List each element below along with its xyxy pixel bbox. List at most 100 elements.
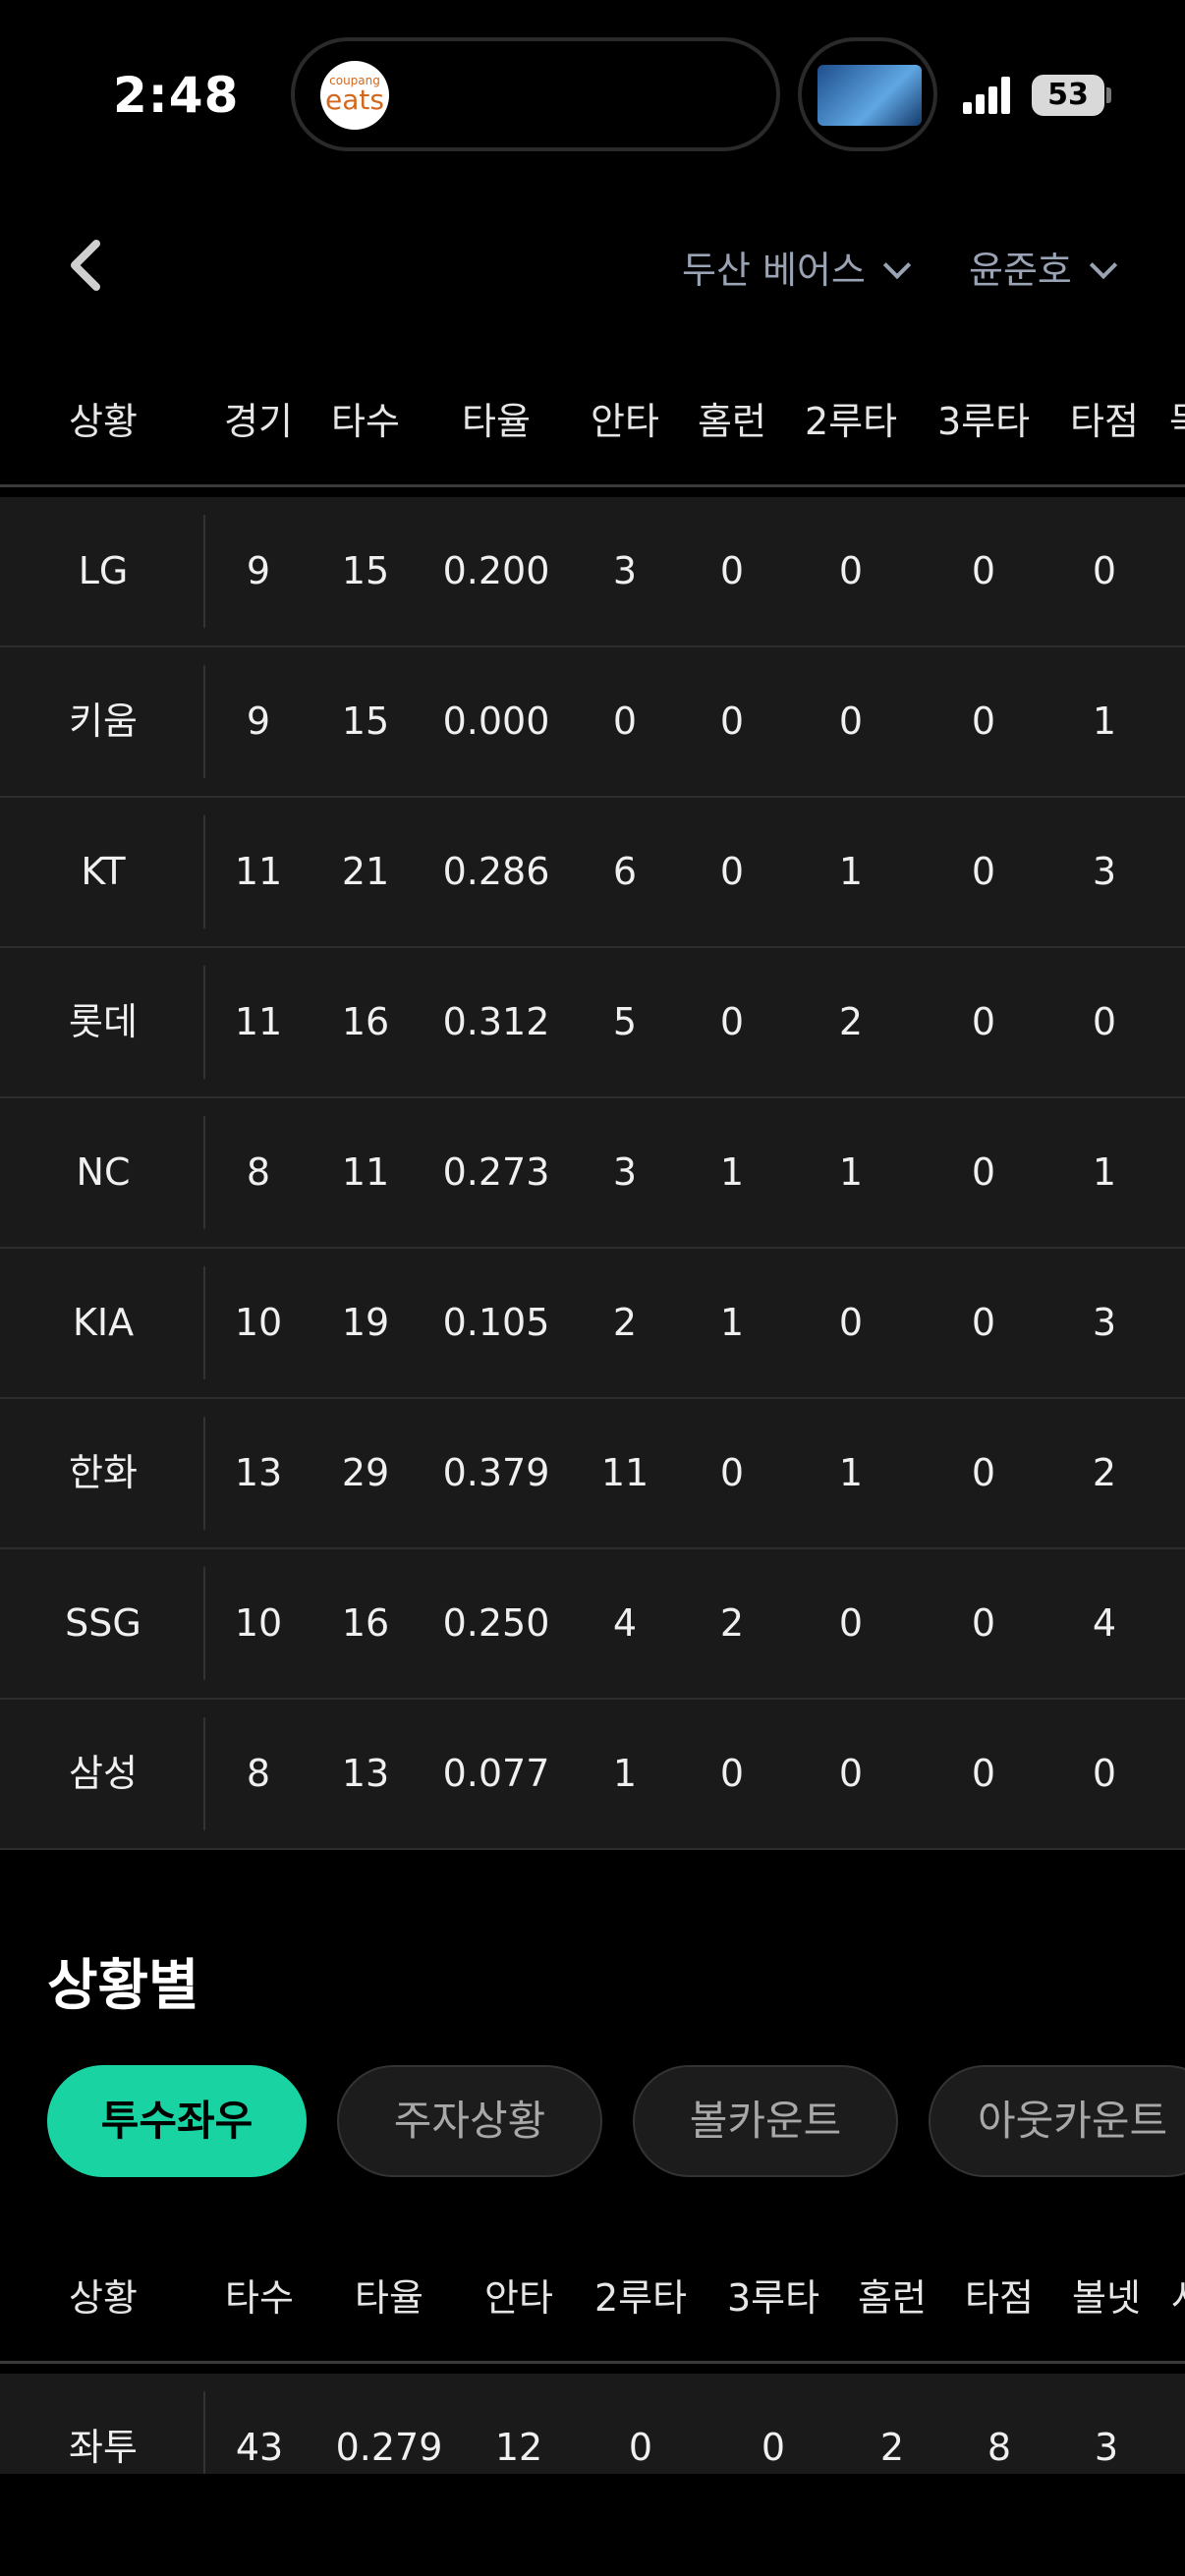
col-header: 경기 bbox=[224, 400, 293, 443]
table-cell: 16 bbox=[341, 1000, 390, 1043]
table-row: 키움 9 15 0.000 0 0 0 0 1 bbox=[0, 647, 1185, 798]
table-cell: 21 bbox=[341, 850, 390, 893]
table-cell: 2 bbox=[719, 1601, 745, 1645]
table-cell: 3 bbox=[1092, 1301, 1117, 1344]
table-cell: 0 bbox=[719, 850, 745, 893]
table-cell: 0 bbox=[838, 1601, 864, 1645]
chevron-down-icon bbox=[882, 251, 912, 280]
table-cell: 10 bbox=[234, 1601, 283, 1645]
table-cell: 10 bbox=[234, 1301, 283, 1344]
table-cell: 11 bbox=[600, 1451, 649, 1494]
table-cell: 5 bbox=[612, 1000, 638, 1043]
table-cell: 4 bbox=[612, 1601, 638, 1645]
col-header: 타율 bbox=[462, 400, 531, 443]
bottom-safe-area bbox=[0, 2474, 1185, 2576]
column-divider bbox=[203, 815, 205, 928]
table-cell: 0 bbox=[838, 1301, 864, 1344]
column-divider bbox=[203, 1417, 205, 1530]
media-activity[interactable] bbox=[798, 37, 937, 151]
table-cell: 0.200 bbox=[442, 549, 550, 592]
col-header: 3루타 bbox=[936, 400, 1031, 443]
table-cell: 19 bbox=[341, 1301, 390, 1344]
chip-runner-situation[interactable]: 주자상황 bbox=[337, 2065, 602, 2177]
dynamic-island-live-activity[interactable]: coupang eats bbox=[291, 37, 780, 151]
table-row: SSG 10 16 0.250 4 2 0 0 4 bbox=[0, 1549, 1185, 1700]
table-cell: 8 bbox=[246, 1752, 271, 1795]
table-cell: 3 bbox=[1092, 850, 1117, 893]
col-header: 타수 bbox=[331, 400, 400, 443]
battery-icon: 53 bbox=[1032, 75, 1104, 116]
table-cell: 15 bbox=[341, 549, 390, 592]
section-title: 상황별 bbox=[47, 1954, 199, 2018]
table-cell: 0 bbox=[971, 850, 996, 893]
table-cell: 13 bbox=[234, 1451, 283, 1494]
table-cell: 0 bbox=[971, 1451, 996, 1494]
table-cell: 1 bbox=[1092, 700, 1117, 743]
table-cell: 0.273 bbox=[442, 1150, 550, 1194]
table-cell: 13 bbox=[341, 1752, 390, 1795]
table-row: KT 11 21 0.286 6 0 1 0 3 bbox=[0, 798, 1185, 948]
table-cell: 2 bbox=[1092, 1451, 1117, 1494]
table-cell: 삼성 bbox=[69, 1752, 138, 1795]
table-cell: 0.379 bbox=[442, 1451, 550, 1494]
table-cell: 1 bbox=[838, 1150, 864, 1194]
table-cell: 1 bbox=[838, 850, 864, 893]
table-row: 롯데 11 16 0.312 5 0 2 0 0 bbox=[0, 948, 1185, 1098]
table-cell: 1 bbox=[612, 1752, 638, 1795]
table-cell: 0.250 bbox=[442, 1601, 550, 1645]
table-cell: 0 bbox=[971, 700, 996, 743]
table-cell: 한화 bbox=[69, 1451, 138, 1494]
table-cell: 0 bbox=[719, 549, 745, 592]
table-cell: 16 bbox=[341, 1601, 390, 1645]
col-header: 타수 bbox=[225, 2276, 294, 2320]
player-dropdown-label: 윤준호 bbox=[969, 249, 1072, 292]
team-dropdown[interactable]: 두산 베어스 bbox=[682, 240, 912, 294]
table-cell: NC bbox=[76, 1150, 131, 1194]
player-dropdown[interactable]: 윤준호 bbox=[969, 240, 1118, 294]
table-cell: 3 bbox=[612, 1150, 638, 1194]
table-cell: 15 bbox=[341, 700, 390, 743]
col-header: 상황 bbox=[69, 2276, 138, 2320]
table-cell: 1 bbox=[719, 1150, 745, 1194]
chip-pitcher-hand[interactable]: 투수좌우 bbox=[47, 2065, 307, 2177]
table-cell: 0 bbox=[719, 700, 745, 743]
table-cell: 9 bbox=[246, 549, 271, 592]
col-header: 사 bbox=[1171, 2236, 1185, 2361]
table-cell: 키움 bbox=[69, 700, 138, 743]
video-thumbnail bbox=[818, 65, 922, 126]
chevron-down-icon bbox=[1089, 251, 1118, 280]
col-header: 상황 bbox=[69, 400, 138, 443]
table-cell: 0.077 bbox=[442, 1752, 550, 1795]
table-cell: 0 bbox=[1092, 1000, 1117, 1043]
col-header: 2루타 bbox=[804, 400, 898, 443]
table-cell: KT bbox=[81, 850, 126, 893]
table-cell: 4 bbox=[1092, 1601, 1117, 1645]
table-cell: 0.000 bbox=[442, 700, 550, 743]
table-cell: 0 bbox=[971, 549, 996, 592]
table-cell: SSG bbox=[65, 1601, 141, 1645]
status-bar: 2:48 coupang eats 53 bbox=[0, 0, 1185, 187]
table-cell: 0 bbox=[838, 1752, 864, 1795]
table-cell: 11 bbox=[234, 850, 283, 893]
column-divider bbox=[203, 1567, 205, 1680]
table-cell: 9 bbox=[246, 700, 271, 743]
table-cell: LG bbox=[78, 549, 129, 592]
table-row: NC 8 11 0.273 3 1 1 0 1 bbox=[0, 1098, 1185, 1249]
chip-out-count[interactable]: 아웃카운트 bbox=[929, 2065, 1185, 2177]
col-header: 안타 bbox=[484, 2276, 553, 2320]
table-cell: 0.312 bbox=[442, 1000, 550, 1043]
table-cell: KIA bbox=[72, 1301, 135, 1344]
top-navigation: 두산 베어스 윤준호 bbox=[0, 216, 1185, 314]
chip-ball-count[interactable]: 볼카운트 bbox=[633, 2065, 898, 2177]
column-divider bbox=[203, 665, 205, 778]
back-button[interactable] bbox=[59, 234, 118, 297]
table-cell: 29 bbox=[341, 1451, 390, 1494]
column-divider bbox=[203, 966, 205, 1079]
table-cell: 3 bbox=[612, 549, 638, 592]
table-cell: 11 bbox=[234, 1000, 283, 1043]
table-cell: 0 bbox=[612, 700, 638, 743]
battery-tip bbox=[1106, 87, 1111, 103]
table-cell: 0.105 bbox=[442, 1301, 550, 1344]
table-cell: 0 bbox=[719, 1752, 745, 1795]
table-cell: 0 bbox=[971, 1601, 996, 1645]
